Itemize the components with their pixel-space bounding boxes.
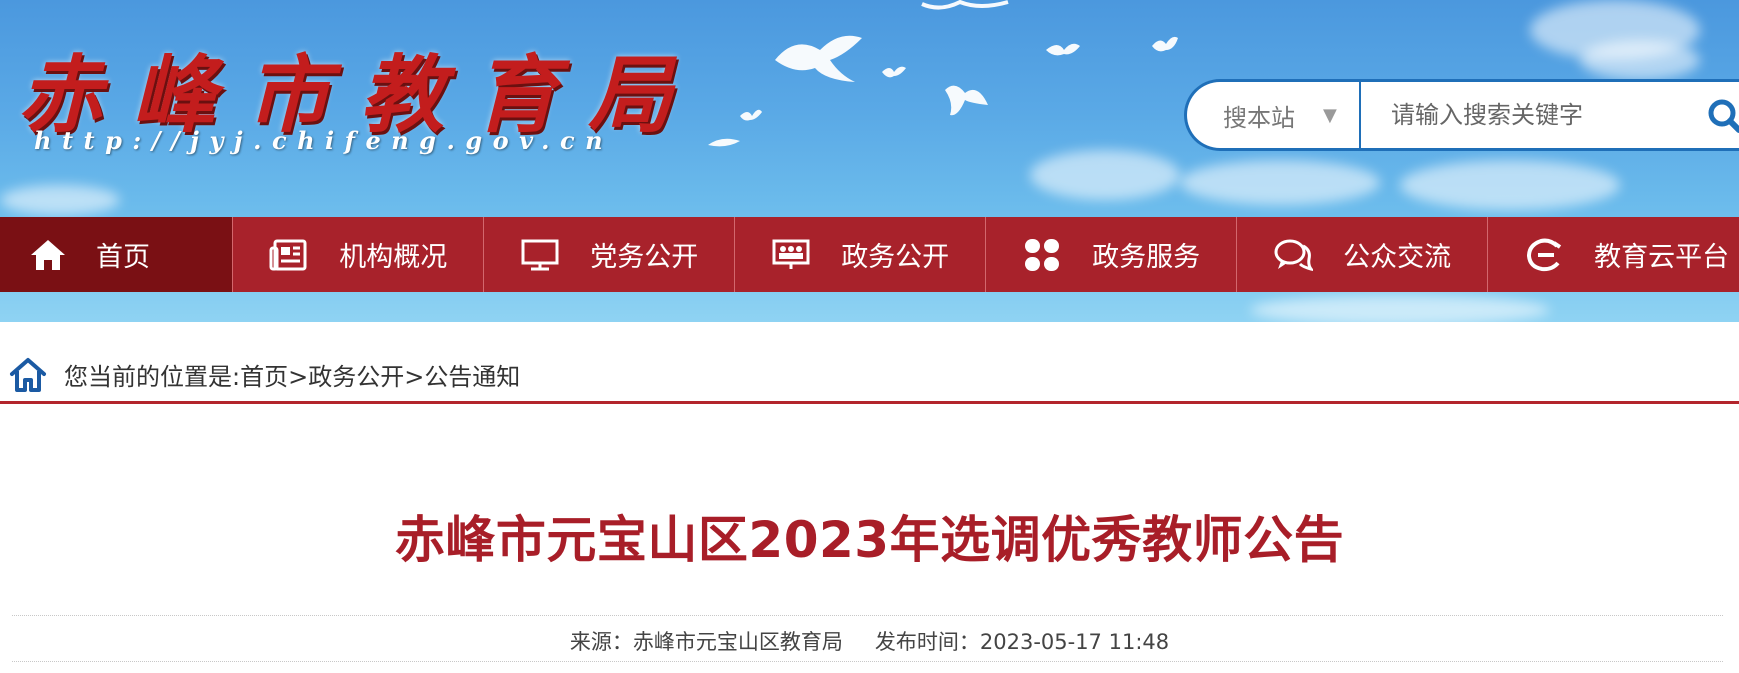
nav-item-label: 政务服务 xyxy=(1092,242,1201,273)
nav-item-government-services[interactable]: 政务服务 xyxy=(986,217,1238,292)
nav-item-party-affairs[interactable]: 党务公开 xyxy=(484,217,736,292)
breadcrumb-separator: > xyxy=(288,363,309,391)
dove-icon xyxy=(1046,43,1080,56)
divider xyxy=(12,615,1723,616)
cloud-decoration xyxy=(1400,160,1620,210)
dove-icon xyxy=(740,109,762,121)
search-scope-label: 搜本站 xyxy=(1223,103,1295,132)
article-source: 来源：赤峰市元宝山区教育局 xyxy=(569,630,843,654)
home-icon xyxy=(10,357,46,392)
people-board-icon xyxy=(771,235,811,275)
breadcrumb-prefix: 您当前的位置是: xyxy=(64,363,241,391)
monitor-icon xyxy=(520,235,560,275)
dove-icon xyxy=(1152,36,1178,52)
search-scope-dropdown[interactable]: 搜本站 ▼ xyxy=(1187,82,1361,148)
nav-item-label: 公众交流 xyxy=(1343,242,1452,273)
breadcrumb-link-announcements[interactable]: 公告通知 xyxy=(424,363,520,391)
cloud-e-icon xyxy=(1524,235,1564,275)
cloud-decoration xyxy=(1180,160,1380,205)
nav-item-organization[interactable]: 机构概况 xyxy=(233,217,485,292)
dove-icon xyxy=(921,0,1009,10)
nav-item-government-affairs[interactable]: 政务公开 xyxy=(735,217,987,292)
divider xyxy=(12,661,1723,662)
cloud-decoration xyxy=(1250,295,1550,322)
nav-item-label: 党务公开 xyxy=(590,242,699,273)
nav-item-label: 教育云平台 xyxy=(1594,242,1730,273)
cloud-decoration xyxy=(1030,150,1180,200)
dove-icon xyxy=(775,35,862,82)
article-publish-time: 发布时间：2023-05-17 11:48 xyxy=(874,630,1170,654)
breadcrumb: 您当前的位置是:首页>政务公开>公告通知 xyxy=(0,348,1739,404)
article-meta: 来源：赤峰市元宝山区教育局 发布时间：2023-05-17 11:48 xyxy=(0,626,1739,656)
chevron-down-icon: ▼ xyxy=(1323,104,1337,126)
grid-icon xyxy=(1022,235,1062,275)
search-input[interactable] xyxy=(1361,82,1739,148)
breadcrumb-separator: > xyxy=(404,363,425,391)
site-logo-url: http://jyj.chifeng.gov.cn xyxy=(34,126,614,155)
breadcrumb-link-home[interactable]: 首页 xyxy=(240,363,288,391)
nav-item-education-cloud[interactable]: 教育云平台 xyxy=(1488,217,1739,292)
cloud-decoration xyxy=(0,185,120,215)
dove-icon xyxy=(708,138,740,147)
newspaper-icon xyxy=(269,235,309,275)
nav-item-label: 首页 xyxy=(96,242,150,273)
home-icon xyxy=(28,235,68,275)
nav-item-public-communication[interactable]: 公众交流 xyxy=(1237,217,1489,292)
nav-item-home[interactable]: 首页 xyxy=(0,217,234,292)
search-box: 搜本站 ▼ xyxy=(1184,79,1739,151)
dove-icon xyxy=(945,85,988,116)
cloud-decoration xyxy=(1580,40,1700,80)
article-title: 赤峰市元宝山区2023年选调优秀教师公告 xyxy=(394,511,1345,569)
nav-item-label: 政务公开 xyxy=(841,242,950,273)
dove-icon xyxy=(882,66,906,78)
nav-item-label: 机构概况 xyxy=(339,242,448,273)
breadcrumb-link-government-affairs[interactable]: 政务公开 xyxy=(308,363,404,391)
breadcrumb-text: 您当前的位置是:首页>政务公开>公告通知 xyxy=(64,357,520,392)
search-icon[interactable] xyxy=(1705,96,1739,136)
chat-icon xyxy=(1273,235,1314,275)
main-nav: 首页 机构概况 党务公开 政务公开 政务服务 公众交流 教育云平台 xyxy=(0,217,1739,292)
